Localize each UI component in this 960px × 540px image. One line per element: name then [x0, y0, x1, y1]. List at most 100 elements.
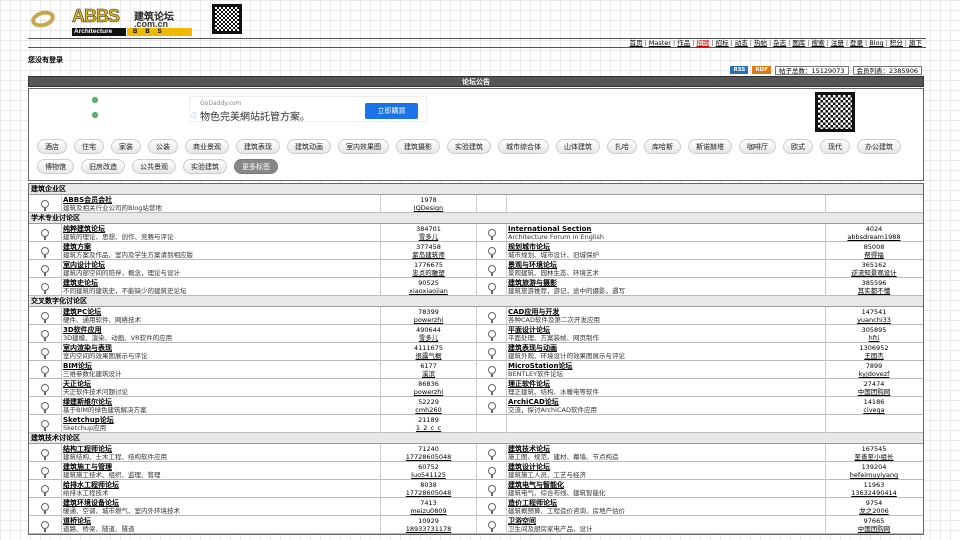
forum-link[interactable]: 室内设计论坛 [63, 261, 380, 269]
last-poster-link[interactable]: 13632490414 [826, 489, 922, 497]
member-list-link[interactable]: 会员列表：2385906 [852, 65, 922, 75]
last-poster-link[interactable]: 中国团购网 [826, 525, 922, 533]
ad-buy-button[interactable]: 立即購買 [365, 103, 418, 119]
tag-button[interactable]: 咖啡厅 [739, 139, 776, 154]
nav-link[interactable]: Master [649, 39, 671, 47]
tag-button[interactable]: 公共景观 [132, 159, 176, 174]
tag-button[interactable]: 扎哈 [607, 139, 637, 154]
nav-link[interactable]: Blog [869, 39, 883, 47]
tag-button[interactable]: 实验建筑 [183, 159, 227, 174]
tag-button[interactable]: 实验建筑 [447, 139, 491, 154]
ad-banner[interactable]: ⓘ GoDaddy.com 物色完美網站託管方案。 立即購買 [189, 96, 427, 123]
nav-link[interactable]: 旗下 [909, 39, 922, 47]
forum-link[interactable]: 给排水工程师论坛 [63, 481, 380, 489]
last-poster-link[interactable]: 至善至小组长 [826, 453, 922, 461]
site-logo-icon[interactable] [29, 8, 57, 30]
nav-link[interactable]: 积分 [890, 39, 903, 47]
nav-link[interactable]: 注册 [831, 39, 844, 47]
section-header[interactable]: 学术专业讨论区 [29, 213, 923, 224]
forum-link[interactable]: 建筑设计论坛 [508, 463, 825, 471]
last-poster-link[interactable]: 逆流知景观设计 [826, 269, 922, 277]
last-poster-link[interactable]: hefeimuyiyang [826, 471, 922, 479]
forum-link[interactable]: CAD应用与开发 [508, 308, 825, 316]
last-poster-link[interactable]: xiaoxiaojian [381, 287, 476, 295]
tag-button[interactable]: 现代 [820, 139, 850, 154]
forum-link[interactable]: 建筑电气与智能化 [508, 481, 825, 489]
tag-button[interactable]: 酒店 [37, 139, 67, 154]
forum-link[interactable]: 建筑施工与管理 [63, 463, 380, 471]
forum-link[interactable]: 理正软件论坛 [508, 380, 825, 388]
last-poster-link[interactable]: meizu0809 [381, 507, 476, 515]
forum-link[interactable]: 景观与环境论坛 [508, 261, 825, 269]
last-poster-link[interactable]: luo541125 [381, 471, 476, 479]
tag-button[interactable]: 商业景观 [185, 139, 229, 154]
forum-link[interactable]: ABBS会员会社 [63, 196, 380, 204]
last-poster-link[interactable]: 1_2_c_c [381, 424, 476, 432]
last-poster-link[interactable]: hfti [826, 334, 922, 342]
last-poster-link[interactable]: 溪滨 [381, 370, 476, 378]
forum-link[interactable]: 造价工程师论坛 [508, 499, 825, 507]
last-poster-link[interactable]: 17728605048 [381, 489, 476, 497]
last-poster-link[interactable]: 17728605048 [381, 453, 476, 461]
tag-button[interactable]: 室内效果图 [338, 139, 389, 154]
forum-link[interactable]: Sketchup论坛 [63, 416, 380, 424]
rss-button[interactable]: RSS [730, 66, 749, 74]
last-poster-link[interactable]: kyjdovezf [826, 370, 922, 378]
nav-link[interactable]: 图库 [792, 39, 805, 47]
notice-bar[interactable]: 论坛公告 [28, 76, 924, 87]
forum-link[interactable]: 天正论坛 [63, 380, 380, 388]
last-poster-link[interactable]: 紫岛建筑师 [381, 251, 476, 259]
nav-link[interactable]: 作品 [677, 39, 690, 47]
forum-link[interactable]: 平面设计论坛 [508, 326, 825, 334]
forum-link[interactable]: ArchiCAD论坛 [508, 398, 825, 406]
forum-link[interactable]: 绿建斯维尔论坛 [63, 398, 380, 406]
last-poster-link[interactable]: powerzhi [381, 316, 476, 324]
section-header[interactable]: 建筑企业区 [29, 184, 923, 195]
rdf-button[interactable]: RDF [752, 66, 771, 74]
ad-info-icon[interactable]: ⓘ [191, 111, 197, 120]
forum-link[interactable]: 建筑环境设备论坛 [63, 499, 380, 507]
nav-link[interactable]: 搜索 [812, 39, 825, 47]
last-poster-link[interactable]: 龙之2006 [826, 507, 922, 515]
last-poster-link[interactable]: cmh260 [381, 406, 476, 414]
last-poster-link[interactable]: 其实都不懂 [826, 287, 922, 295]
forum-link[interactable]: 室内渲染与表现 [63, 344, 380, 352]
section-header[interactable]: 建筑技术讨论区 [29, 433, 923, 444]
nav-link[interactable]: 招标 [716, 39, 729, 47]
forum-link[interactable]: International Section [508, 225, 825, 233]
forum-link[interactable]: 建筑技术论坛 [508, 445, 825, 453]
last-poster-link[interactable]: 中国团购网 [826, 388, 922, 396]
tag-button[interactable]: 库哈斯 [644, 139, 681, 154]
last-poster-link[interactable]: 很露气概 [381, 352, 476, 360]
last-poster-link[interactable]: IQDesign [381, 204, 476, 212]
nav-link[interactable]: 首页 [630, 39, 643, 47]
last-poster-link[interactable]: abbsdream1988 [826, 233, 922, 241]
forum-link[interactable]: BIM论坛 [63, 362, 380, 370]
forum-link[interactable]: 3D软件应用 [63, 326, 380, 334]
last-poster-link[interactable]: 18933731178 [381, 525, 476, 533]
tag-button[interactable]: 家装 [111, 139, 141, 154]
tag-button[interactable]: 公装 [148, 139, 178, 154]
forum-link[interactable]: 道桥论坛 [63, 517, 380, 525]
forum-link[interactable]: 规划城市论坛 [508, 243, 825, 251]
forum-link[interactable]: 建筑方案 [63, 243, 380, 251]
last-poster-link[interactable]: powerzhi [381, 388, 476, 396]
last-poster-link[interactable]: 帮得福 [826, 251, 922, 259]
nav-link[interactable]: 招聘 [696, 39, 709, 47]
last-poster-link[interactable]: 雪多儿 [381, 334, 476, 342]
forum-link[interactable]: 建筑PC论坛 [63, 308, 380, 316]
tag-button[interactable]: 山体建筑 [556, 139, 600, 154]
brand-logo[interactable]: ABBS 建筑论坛 .com.cn Architecture BBS [72, 6, 194, 38]
nav-link[interactable]: 动态 [735, 39, 748, 47]
tag-button[interactable]: 建筑摄影 [396, 139, 440, 154]
last-poster-link[interactable]: 雪多儿 [381, 233, 476, 241]
tag-button[interactable]: 斯诺赫塔 [688, 139, 732, 154]
tag-button[interactable]: 住宅 [74, 139, 104, 154]
forum-link[interactable]: 建筑表现与动画 [508, 344, 825, 352]
forum-link[interactable]: 纯粹建筑论坛 [63, 225, 380, 233]
forum-link[interactable]: MicroStation论坛 [508, 362, 825, 370]
last-poster-link[interactable]: yuanchi33 [826, 316, 922, 324]
nav-link[interactable]: 热帖 [754, 39, 767, 47]
more-tags-button[interactable]: 更多标签 [234, 159, 278, 174]
tag-button[interactable]: 建筑表现 [236, 139, 280, 154]
